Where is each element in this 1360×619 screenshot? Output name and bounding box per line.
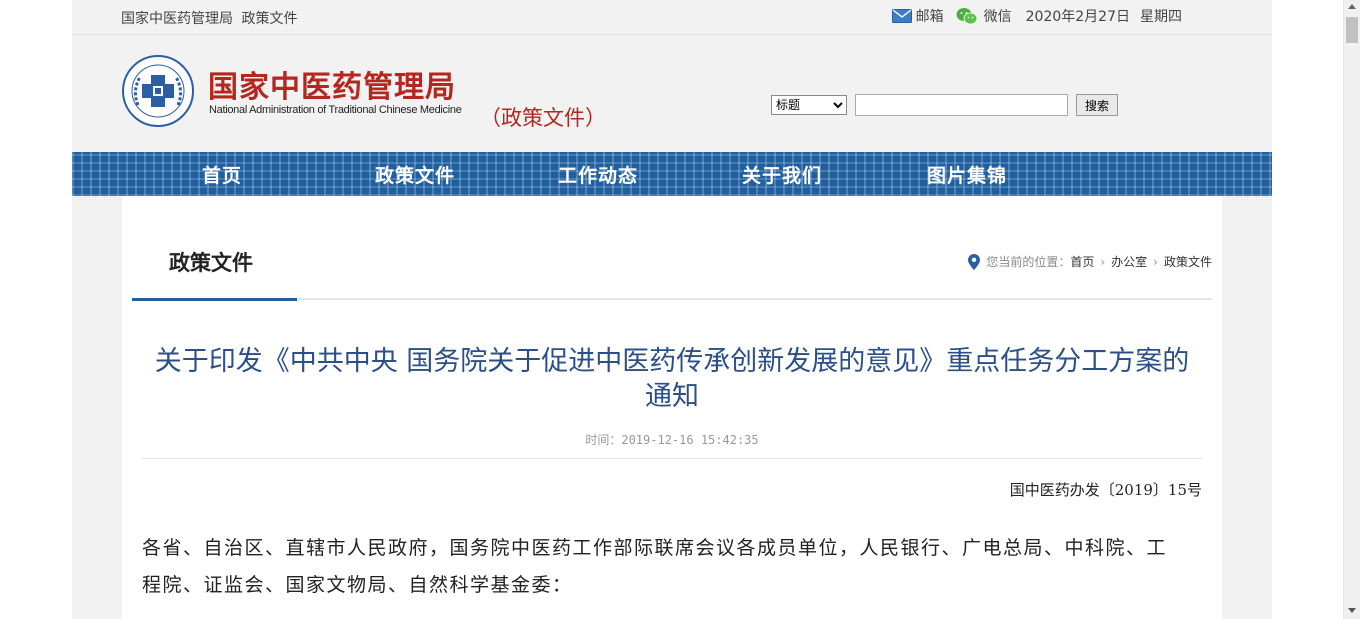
nav-item-home[interactable]: 首页 bbox=[202, 161, 242, 188]
vertical-scrollbar[interactable] bbox=[1343, 0, 1360, 619]
breadcrumb-office[interactable]: 办公室 bbox=[1111, 253, 1147, 270]
logo-english-name: National Administration of Traditional C… bbox=[209, 104, 462, 116]
time-label: 时间： bbox=[585, 433, 622, 447]
breadcrumb-policy[interactable]: 政策文件 bbox=[1164, 253, 1212, 270]
article-title: 关于印发《中共中央 国务院关于促进中医药传承创新发展的意见》重点任务分工方案的通… bbox=[154, 346, 1190, 412]
document-number: 国中医药办发〔2019〕15号 bbox=[1009, 481, 1202, 499]
search-field-select[interactable]: 标题 bbox=[771, 95, 847, 115]
search-input[interactable] bbox=[855, 94, 1068, 116]
article-body: 各省、自治区、直辖市人民政府，国务院中医药工作部际联席会议各成员单位，人民银行、… bbox=[142, 537, 1168, 596]
top-site-name[interactable]: 国家中医药管理局 bbox=[121, 11, 233, 27]
time-value: 2019-12-16 15:42:35 bbox=[621, 433, 759, 447]
logo-subtitle: （政策文件） bbox=[480, 106, 606, 130]
current-date: 2020年2月27日 bbox=[1025, 9, 1130, 25]
top-right-links: 邮箱 微信 2020年2月27日 星期四 bbox=[891, 6, 1182, 26]
top-bar: 国家中医药管理局 政策文件 邮箱 微信 2020年2月27日 星期四 bbox=[72, 0, 1272, 35]
search-bar: 标题 搜索 bbox=[771, 94, 1118, 116]
nav-item-news[interactable]: 工作动态 bbox=[558, 161, 638, 188]
wechat-label: 微信 bbox=[983, 9, 1012, 25]
location-pin-icon bbox=[968, 253, 981, 270]
nav-item-about[interactable]: 关于我们 bbox=[742, 161, 822, 188]
wechat-icon bbox=[956, 8, 978, 25]
breadcrumb-home[interactable]: 首页 bbox=[1070, 253, 1094, 270]
meta-divider bbox=[142, 458, 1202, 459]
mail-label: 邮箱 bbox=[915, 9, 944, 25]
envelope-icon bbox=[891, 9, 912, 23]
chevron-right-icon: › bbox=[1100, 254, 1106, 269]
breadcrumb: 您当前的位置： 首页 › 办公室 › 政策文件 bbox=[968, 253, 1212, 270]
top-breadcrumb: 国家中医药管理局 政策文件 bbox=[121, 8, 301, 28]
chevron-right-icon: › bbox=[1153, 254, 1158, 269]
scroll-down-icon[interactable] bbox=[1348, 608, 1356, 613]
current-weekday: 星期四 bbox=[1140, 9, 1182, 25]
logo-chinese-name[interactable]: 国家中医药管理局 bbox=[208, 62, 456, 106]
main-nav: 首页 政策文件 工作动态 关于我们 图片集锦 bbox=[72, 152, 1272, 196]
wechat-link[interactable]: 微信 bbox=[956, 6, 1012, 26]
top-section-name[interactable]: 政策文件 bbox=[241, 11, 297, 27]
article-meta: 时间：2019-12-16 15:42:35 bbox=[122, 431, 1222, 448]
section-title: 政策文件 bbox=[169, 251, 253, 275]
nav-item-policy[interactable]: 政策文件 bbox=[375, 161, 455, 188]
scroll-up-icon[interactable] bbox=[1348, 4, 1356, 9]
search-button[interactable]: 搜索 bbox=[1076, 94, 1118, 116]
content-card: 政策文件 您当前的位置： 首页 › 办公室 › 政策文件 关于印发《中共中央 国… bbox=[122, 196, 1222, 619]
page-container: 国家中医药管理局 政策文件 邮箱 微信 2020年2月27日 星期四 国家中医药… bbox=[72, 0, 1272, 619]
nav-item-gallery[interactable]: 图片集锦 bbox=[927, 161, 1007, 188]
scroll-thumb[interactable] bbox=[1346, 17, 1358, 43]
mail-link[interactable]: 邮箱 bbox=[891, 6, 944, 26]
emblem-logo[interactable] bbox=[122, 55, 194, 127]
site-header: 国家中医药管理局 National Administration of Trad… bbox=[72, 36, 1272, 152]
breadcrumb-label: 您当前的位置： bbox=[986, 255, 1071, 269]
section-accent-bar bbox=[132, 298, 297, 301]
